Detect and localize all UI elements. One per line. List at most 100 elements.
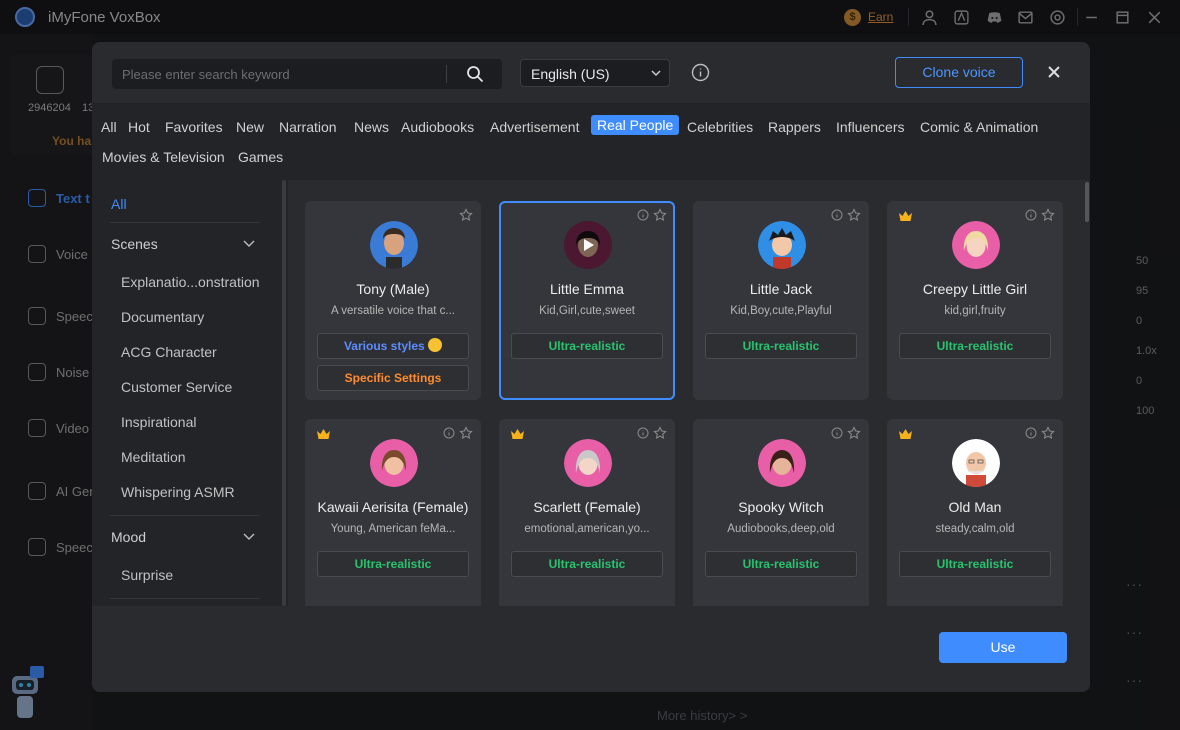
divider	[446, 65, 447, 83]
ultra-realistic-badge[interactable]: Ultra-realistic	[705, 333, 857, 359]
tab-rappers[interactable]: Rappers	[762, 117, 827, 137]
avatar	[370, 221, 418, 269]
voice-name: Little Jack	[749, 281, 813, 297]
tab-audiobooks[interactable]: Audiobooks	[395, 117, 480, 137]
favorite-star-icon[interactable]	[653, 208, 667, 222]
filter-scene-asmr[interactable]: Whispering ASMR	[121, 484, 235, 500]
search-icon[interactable]	[466, 65, 484, 83]
tab-games[interactable]: Games	[232, 147, 289, 167]
tab-narration[interactable]: Narration	[273, 117, 343, 137]
filter-scene-explanation[interactable]: Explanatio...onstration	[121, 274, 260, 290]
language-select[interactable]: English (US)	[520, 59, 670, 87]
filter-panel: All Scenes Explanatio...onstration Docum…	[92, 180, 288, 606]
emoji-icon	[428, 338, 443, 352]
tab-news[interactable]: News	[348, 117, 395, 137]
divider	[110, 598, 260, 599]
tab-movies-television[interactable]: Movies & Television	[96, 147, 231, 167]
tab-favorites[interactable]: Favorites	[159, 117, 229, 137]
filter-scene-inspirational[interactable]: Inspirational	[121, 414, 197, 430]
tab-new[interactable]: New	[230, 117, 270, 137]
ultra-realistic-badge[interactable]: Ultra-realistic	[511, 551, 663, 577]
tab-hot[interactable]: Hot	[122, 117, 156, 137]
info-icon[interactable]	[637, 427, 649, 439]
voice-card[interactable]: Tony (Male) A versatile voice that c... …	[305, 201, 481, 400]
favorite-star-icon[interactable]	[847, 426, 861, 440]
filter-all[interactable]: All	[111, 196, 127, 212]
voice-card[interactable]: Kawaii Aerisita (Female) Young, American…	[305, 419, 481, 606]
voice-description: emotional,american,yo...	[524, 523, 650, 535]
avatar	[564, 439, 612, 487]
filter-scene-meditation[interactable]: Meditation	[121, 449, 186, 465]
favorite-star-icon[interactable]	[459, 208, 473, 222]
avatar	[758, 221, 806, 269]
filter-mood-surprise[interactable]: Surprise	[121, 567, 173, 583]
tab-comic-animation[interactable]: Comic & Animation	[914, 117, 1044, 137]
info-icon[interactable]	[831, 427, 843, 439]
category-tabs: All Hot Favorites New Narration News Aud…	[92, 103, 1090, 180]
dialog-footer: Use	[92, 606, 1090, 692]
filter-group-scenes[interactable]: Scenes	[111, 236, 158, 252]
info-icon[interactable]	[1025, 427, 1037, 439]
voice-description: Kid,Boy,cute,Playful	[730, 305, 832, 317]
voice-description: steady,calm,old	[935, 523, 1015, 535]
close-icon[interactable]	[1046, 64, 1062, 80]
tab-influencers[interactable]: Influencers	[830, 117, 910, 137]
avatar	[952, 439, 1000, 487]
play-icon[interactable]	[564, 221, 612, 269]
filter-group-mood[interactable]: Mood	[111, 529, 146, 545]
voice-card[interactable]: Little Jack Kid,Boy,cute,Playful Ultra-r…	[693, 201, 869, 400]
ultra-realistic-badge[interactable]: Ultra-realistic	[705, 551, 857, 577]
avatar	[370, 439, 418, 487]
filter-scrollbar[interactable]	[282, 180, 286, 606]
ultra-realistic-badge[interactable]: Ultra-realistic	[899, 551, 1051, 577]
info-icon[interactable]	[831, 209, 843, 221]
favorite-star-icon[interactable]	[459, 426, 473, 440]
voice-card[interactable]: Scarlett (Female) emotional,american,yo.…	[499, 419, 675, 606]
voice-name: Spooky Witch	[738, 499, 824, 515]
voice-description: kid,girl,fruity	[944, 305, 1006, 317]
tab-advertisement[interactable]: Advertisement	[484, 117, 585, 137]
specific-settings-badge[interactable]: Specific Settings	[317, 365, 469, 391]
info-icon[interactable]	[691, 63, 710, 82]
clone-voice-button[interactable]: Clone voice	[895, 57, 1023, 88]
voice-description: Kid,Girl,cute,sweet	[539, 305, 635, 317]
search-box	[112, 59, 502, 89]
various-styles-badge[interactable]: Various styles	[317, 333, 469, 359]
crown-icon	[899, 429, 912, 439]
filter-scene-customer-service[interactable]: Customer Service	[121, 379, 232, 395]
voice-card[interactable]: Spooky Witch Audiobooks,deep,old Ultra-r…	[693, 419, 869, 606]
info-icon[interactable]	[1025, 209, 1037, 221]
voice-description: Young, American feMa...	[330, 523, 456, 535]
info-icon[interactable]	[637, 209, 649, 221]
ultra-realistic-badge[interactable]: Ultra-realistic	[317, 551, 469, 577]
crown-icon	[899, 211, 912, 221]
divider	[110, 222, 260, 223]
voice-card[interactable]: Creepy Little Girl kid,girl,fruity Ultra…	[887, 201, 1063, 400]
tab-all[interactable]: All	[95, 117, 123, 137]
favorite-star-icon[interactable]	[1041, 208, 1055, 222]
favorite-star-icon[interactable]	[847, 208, 861, 222]
voice-grid-scrollbar[interactable]	[1085, 182, 1089, 222]
voice-name: Kawaii Aerisita (Female)	[317, 499, 469, 515]
voice-description: Audiobooks,deep,old	[727, 523, 835, 535]
info-icon[interactable]	[443, 427, 455, 439]
voice-card-selected[interactable]: Little Emma Kid,Girl,cute,sweet Ultra-re…	[499, 201, 675, 400]
use-button[interactable]: Use	[939, 632, 1067, 663]
favorite-star-icon[interactable]	[1041, 426, 1055, 440]
voice-card[interactable]: Old Man steady,calm,old Ultra-realistic	[887, 419, 1063, 606]
filter-scene-documentary[interactable]: Documentary	[121, 309, 204, 325]
crown-icon	[317, 429, 330, 439]
ultra-realistic-badge[interactable]: Ultra-realistic	[899, 333, 1051, 359]
filter-scene-acg[interactable]: ACG Character	[121, 344, 217, 360]
avatar	[952, 221, 1000, 269]
tab-celebrities[interactable]: Celebrities	[681, 117, 759, 137]
chevron-down-icon[interactable]	[242, 529, 256, 543]
voice-name: Creepy Little Girl	[922, 281, 1028, 297]
tab-real-people[interactable]: Real People	[591, 115, 680, 135]
favorite-star-icon[interactable]	[653, 426, 667, 440]
avatar	[758, 439, 806, 487]
chevron-down-icon	[651, 70, 661, 77]
search-input[interactable]	[122, 59, 442, 89]
ultra-realistic-badge[interactable]: Ultra-realistic	[511, 333, 663, 359]
chevron-down-icon[interactable]	[242, 236, 256, 250]
